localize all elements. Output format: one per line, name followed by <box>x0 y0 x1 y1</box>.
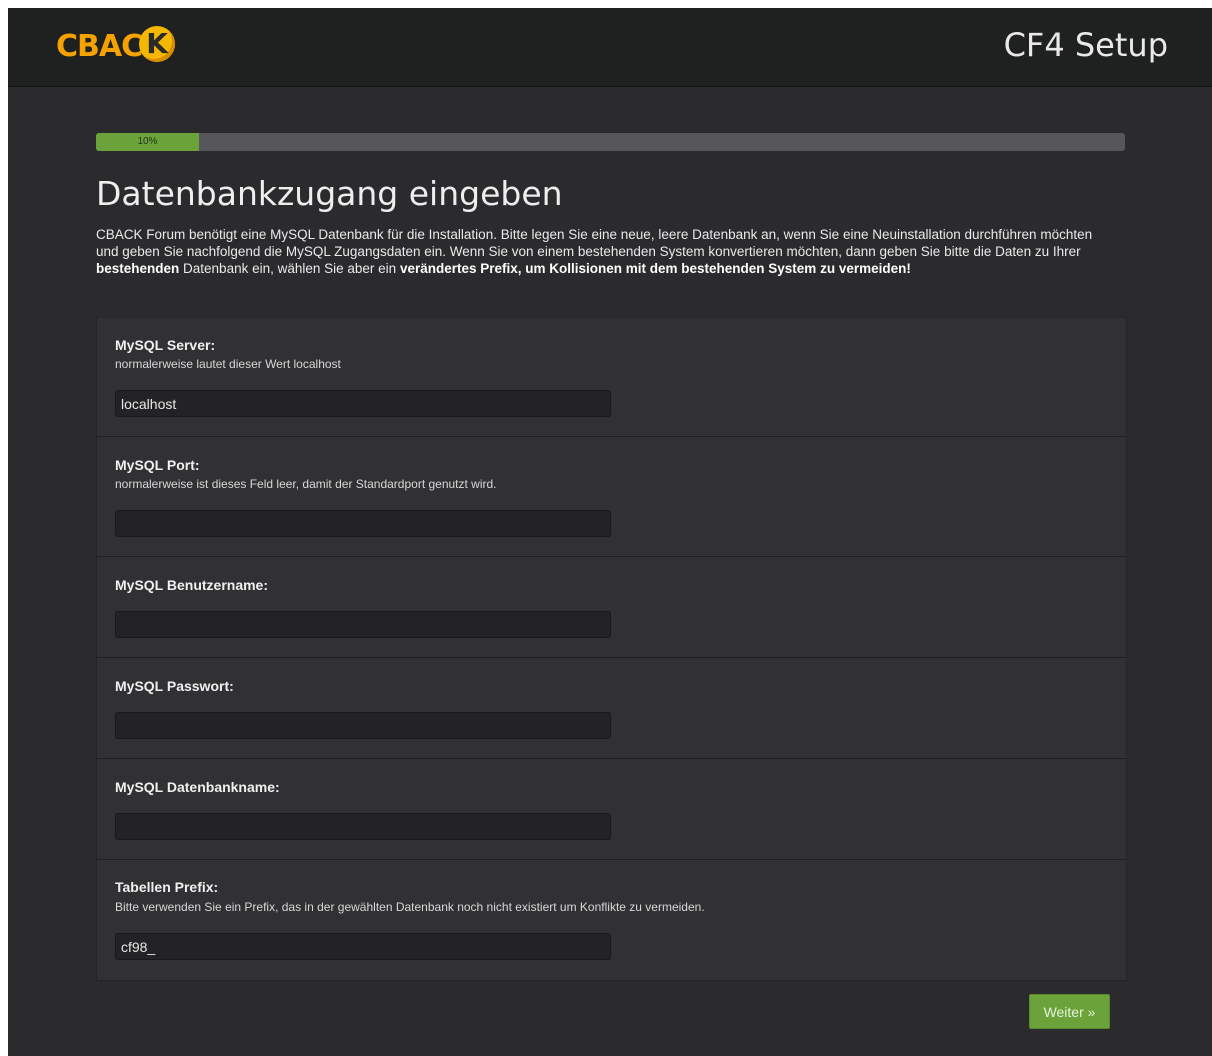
progress-fill: 10% <box>96 133 199 151</box>
intro-bold-prefix-warning: verändertes Prefix, um Kollisionen mit d… <box>399 261 911 276</box>
server-input[interactable] <box>115 390 611 417</box>
server-hint: normalerweise lautet dieser Wert localho… <box>115 357 341 371</box>
next-button[interactable]: Weiter » <box>1029 994 1110 1029</box>
app-title: CF4 Setup <box>1003 26 1168 64</box>
setup-window: CBAC K CF4 Setup 10% Datenbankzugang eing… <box>8 8 1212 1056</box>
form-row-dbname: MySQL Datenbankname: <box>97 759 1126 860</box>
prefix-input[interactable] <box>115 933 611 960</box>
dbname-label: MySQL Datenbankname: <box>115 779 280 795</box>
username-label: MySQL Benutzername: <box>115 577 268 593</box>
port-input[interactable] <box>115 510 611 537</box>
intro-bold-existing: bestehenden <box>96 261 180 276</box>
dbname-input[interactable] <box>115 813 611 840</box>
server-label: MySQL Server: <box>115 337 216 353</box>
form-row-server: MySQL Server: normalerweise lautet diese… <box>97 318 1126 437</box>
form-row-prefix: Tabellen Prefix: Bitte verwenden Sie ein… <box>97 860 1126 980</box>
logo-text: CBAC <box>56 28 143 64</box>
db-form: MySQL Server: normalerweise lautet diese… <box>96 317 1127 981</box>
logo-badge-icon: K <box>139 26 176 62</box>
port-label: MySQL Port: <box>115 457 200 473</box>
intro-text: CBACK Forum benötigt eine MySQL Datenban… <box>96 226 1106 277</box>
intro-text-part: CBACK Forum benötigt eine MySQL Datenban… <box>96 227 1093 259</box>
password-label: MySQL Passwort: <box>115 678 234 694</box>
form-row-password: MySQL Passwort: <box>97 658 1126 759</box>
port-hint: normalerweise ist dieses Feld leer, dami… <box>115 477 497 491</box>
username-input[interactable] <box>115 611 611 638</box>
form-row-port: MySQL Port: normalerweise ist dieses Fel… <box>97 437 1126 557</box>
form-row-username: MySQL Benutzername: <box>97 557 1126 658</box>
intro-text-part: Datenbank ein, wählen Sie aber ein <box>179 261 400 276</box>
prefix-hint: Bitte verwenden Sie ein Prefix, das in d… <box>115 900 705 914</box>
prefix-label: Tabellen Prefix: <box>115 879 219 895</box>
password-input[interactable] <box>115 712 611 739</box>
page-title: Datenbankzugang eingeben <box>96 174 563 213</box>
header-bar: CBAC K CF4 Setup <box>8 8 1212 87</box>
progress-bar: 10% <box>96 133 1125 151</box>
logo: CBAC K <box>56 24 176 68</box>
